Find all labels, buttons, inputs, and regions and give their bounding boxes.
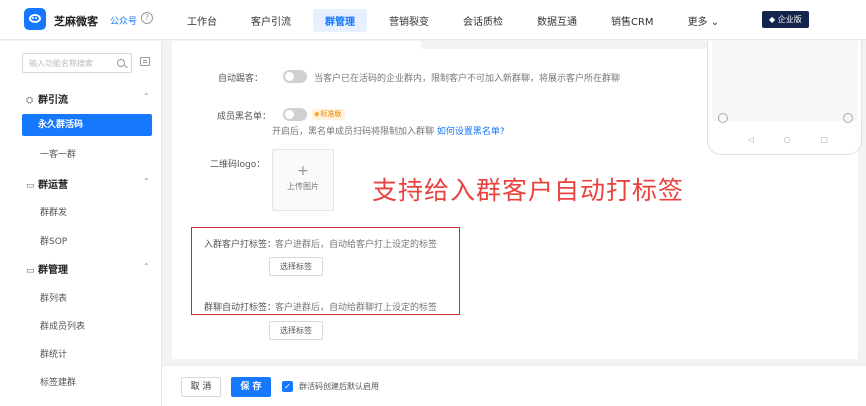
back-icon: ◁ <box>748 135 755 144</box>
upload-image-button[interactable]: + 上传图片 <box>272 149 334 211</box>
sidebar-group-group-acquisition[interactable]: ⛭ 群引流 <box>26 91 68 106</box>
sidebar-search-input[interactable]: 输入功能名称搜索 <box>22 53 132 73</box>
auto-kick-toggle[interactable] <box>283 70 307 83</box>
qr-logo-label: 二维码logo： <box>210 160 266 170</box>
group-select-tag-button[interactable]: 选择标签 <box>269 321 323 340</box>
customer-tag-label: 入群客户打标签： <box>204 240 277 250</box>
chevron-up-icon[interactable]: ⌃ <box>143 177 150 186</box>
sidebar-group-label: 群引流 <box>38 95 68 106</box>
nav-more[interactable]: 更多 ⌄ <box>676 9 732 32</box>
form-footer: 取 消 保 存 ✓ 群活码创建后默认启用 <box>162 365 866 406</box>
phone-screen <box>712 41 858 121</box>
recent-apps-icon: □ <box>820 135 828 144</box>
chevron-down-icon: ⌄ <box>710 16 720 28</box>
diamond-icon: ◆ <box>769 15 776 24</box>
standard-edition-badge: ◆标准版 <box>312 109 346 120</box>
cancel-button[interactable]: 取 消 <box>181 377 221 397</box>
default-enable-checkbox[interactable]: ✓ <box>282 381 293 392</box>
sidebar-item-group-member-list[interactable]: 群成员列表 <box>40 319 85 332</box>
nav-workbench[interactable]: 工作台 <box>175 9 229 32</box>
nav-session-qc[interactable]: 会话质检 <box>451 9 515 32</box>
enterprise-badge-label: 企业版 <box>777 15 802 24</box>
nav-customer-acquisition[interactable]: 客户引流 <box>239 9 303 32</box>
sidebar-item-tag-group-build[interactable]: 标签建群 <box>40 375 76 388</box>
nav-sales-crm[interactable]: 销售CRM <box>599 9 666 32</box>
diamond-icon: ◆ <box>314 110 320 118</box>
customer-tag-desc: 客户进群后，自动给客户打上设定的标签 <box>275 240 438 250</box>
sidebar-group-label: 群管理 <box>38 265 68 276</box>
sidebar-group-group-management[interactable]: ▭ 群管理 <box>26 261 68 276</box>
sidebar-group-label: 群运营 <box>38 180 68 191</box>
phone-nav-bar: ◁ ○ □ <box>748 135 828 144</box>
blacklist-label: 成员黑名单： <box>217 112 272 122</box>
phone-preview: ◁ ○ □ <box>707 41 862 155</box>
default-enable-label: 群活码创建后默认启用 <box>299 382 379 391</box>
logo-icon <box>24 8 46 30</box>
nav-group-management[interactable]: 群管理 <box>313 8 367 32</box>
group-tag-label: 群聊自动打标签： <box>204 303 277 313</box>
sidebar-item-group-broadcast[interactable]: 群群发 <box>40 205 67 218</box>
standard-edition-label: 标准版 <box>320 110 342 118</box>
blacklist-help-link[interactable]: 如何设置黑名单? <box>437 127 505 137</box>
chevron-up-icon[interactable]: ⌃ <box>143 92 150 101</box>
top-bar: 芝麻微客 公众号 ? 工作台 客户引流 群管理 营销裂变 会话质检 数据互通 销… <box>0 0 866 40</box>
help-icon[interactable]: ? <box>141 12 153 24</box>
brand-name: 芝麻微客 <box>54 15 98 28</box>
nav-more-label: 更多 <box>687 16 708 28</box>
sidebar-item-group-statistics[interactable]: 群统计 <box>40 347 67 360</box>
upload-image-label: 上传图片 <box>287 182 319 191</box>
menu-collapse-icon[interactable] <box>140 57 150 66</box>
customer-select-tag-button[interactable]: 选择标签 <box>269 257 323 276</box>
group-icon: ⛭ <box>26 96 34 106</box>
camera-icon <box>843 113 853 123</box>
blacklist-desc: 开启后，黑名单成员扫码将限制加入群聊 如何设置黑名单? <box>272 124 505 137</box>
camera-icon <box>718 113 728 123</box>
sidebar-item-group-sop[interactable]: 群SOP <box>40 234 67 247</box>
chat-icon: ▭ <box>26 266 35 276</box>
enterprise-badge[interactable]: ◆ 企业版 <box>762 11 809 28</box>
sidebar: 输入功能名称搜索 ⛭ 群引流 ⌃ 永久群活码 一客一群 ▭ 群运营 ⌃ 群群发 群S… <box>0 41 162 406</box>
sidebar-item-one-customer-one-group[interactable]: 一客一群 <box>40 147 76 160</box>
sidebar-item-group-list[interactable]: 群列表 <box>40 291 67 304</box>
home-icon: ○ <box>783 135 791 144</box>
search-icon[interactable] <box>117 59 125 67</box>
chevron-up-icon[interactable]: ⌃ <box>143 262 150 271</box>
feature-caption: 支持给入群客户自动打标签 <box>372 176 685 205</box>
sidebar-group-group-operation[interactable]: ▭ 群运营 <box>26 176 68 191</box>
account-link[interactable]: 公众号 <box>110 14 137 27</box>
sidebar-item-permanent-group-code[interactable]: 永久群活码 <box>22 114 152 136</box>
group-tag-desc: 客户进群后，自动给群聊打上设定的标签 <box>275 303 438 313</box>
main-form-card: 自动踢客： 当客户已在活码的企业群内，限制客户不可加入新群聊，将展示客户所在群聊… <box>172 41 865 359</box>
top-nav: 工作台 客户引流 群管理 营销裂变 会话质检 数据互通 销售CRM 更多 ⌄ <box>175 0 739 40</box>
nav-marketing-fission[interactable]: 营销裂变 <box>377 9 441 32</box>
blacklist-desc-text: 开启后，黑名单成员扫码将限制加入群聊 <box>272 127 435 137</box>
auto-kick-label: 自动踢客： <box>218 74 264 84</box>
auto-kick-desc: 当客户已在活码的企业群内，限制客户不可加入新群聊，将展示客户所在群聊 <box>314 74 621 84</box>
chat-icon: ▭ <box>26 181 35 191</box>
save-button[interactable]: 保 存 <box>231 377 271 397</box>
nav-data-sync[interactable]: 数据互通 <box>525 9 589 32</box>
blacklist-toggle[interactable] <box>283 108 307 121</box>
search-placeholder: 输入功能名称搜索 <box>29 59 93 68</box>
plus-icon: + <box>297 163 309 179</box>
